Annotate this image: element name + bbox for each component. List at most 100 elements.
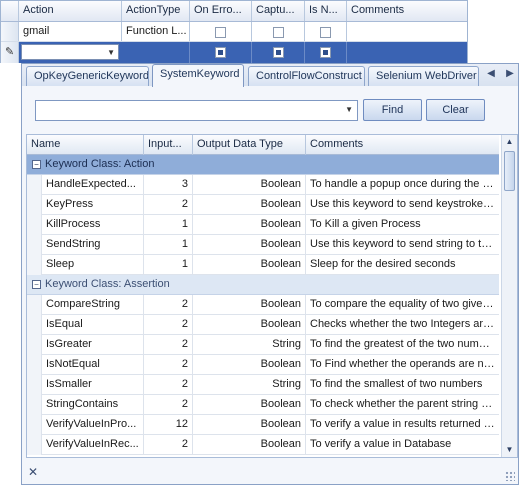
tab-systemkeyword[interactable]: SystemKeyword [152, 64, 244, 87]
cell-comments[interactable] [347, 22, 467, 41]
keyword-output: Boolean [193, 255, 306, 275]
on-error-checkbox[interactable] [215, 26, 226, 38]
chevron-down-icon[interactable]: ▼ [107, 48, 115, 57]
keyword-row[interactable]: SendString 1 Boolean Use this keyword to… [27, 235, 499, 255]
cell-is-n [305, 22, 347, 41]
cell-action[interactable]: gmail [19, 22, 122, 41]
col-header-capture[interactable]: Captu... [252, 1, 305, 21]
keyword-row[interactable]: CompareString 2 Boolean To compare the e… [27, 295, 499, 315]
row-header-corner [1, 1, 19, 21]
cell-capture [252, 42, 305, 63]
row-indent [27, 255, 42, 275]
capture-checkbox[interactable] [272, 26, 284, 38]
resize-grip-icon[interactable] [505, 471, 515, 481]
tab-opkeygenerickeyword[interactable]: OpKeyGenericKeyword [26, 66, 149, 86]
keyword-row[interactable]: KeyPress 2 Boolean Use this keyword to s… [27, 195, 499, 215]
group-label: Keyword Class: Assertion [45, 278, 170, 290]
keyword-row[interactable]: VerifyValueInRec... 2 Boolean To verify … [27, 435, 499, 455]
collapse-icon[interactable]: − [32, 279, 41, 289]
keyword-name: StringContains [42, 395, 144, 415]
row-header[interactable]: ✎ [1, 42, 19, 63]
keyword-row[interactable]: VerifyValueInPro... 12 Boolean To verify… [27, 415, 499, 435]
vertical-scrollbar[interactable]: ▲ ▼ [501, 135, 517, 457]
col-header-output-type[interactable]: Output Data Type [193, 135, 306, 155]
tab-scroll-right-icon[interactable]: ▶ [503, 68, 517, 82]
keyword-row[interactable]: HandleExpected... 3 Boolean To handle a … [27, 175, 499, 195]
col-header-comments[interactable]: Comments [306, 135, 499, 155]
keyword-output: Boolean [193, 235, 306, 255]
cell-actiontype[interactable]: Function L... [122, 22, 190, 41]
group-label: Keyword Class: Action [45, 158, 155, 170]
collapse-icon[interactable]: − [32, 159, 41, 169]
keyword-output: Boolean [193, 415, 306, 435]
row-indent [27, 235, 42, 255]
tab-scroll-left-icon[interactable]: ◀ [484, 68, 498, 82]
keyword-name: VerifyValueInPro... [42, 415, 144, 435]
keyword-comment: To handle a popup once during the execut… [310, 178, 499, 190]
keyword-output: String [193, 335, 306, 355]
is-n-checkbox[interactable] [320, 46, 331, 58]
col-header-inputs[interactable]: Input... [144, 135, 193, 155]
row-header[interactable] [1, 22, 19, 41]
keyword-comment: Use this keyword to send string to the a… [310, 238, 499, 250]
group-row-action[interactable]: − Keyword Class: Action [27, 155, 499, 175]
keyword-name: HandleExpected... [42, 175, 144, 195]
scroll-up-icon[interactable]: ▲ [502, 135, 517, 149]
on-error-checkbox[interactable] [215, 46, 226, 58]
keyword-inputs: 2 [144, 315, 193, 335]
keyword-inputs: 2 [144, 195, 193, 215]
row-indent [27, 175, 42, 195]
col-header-action[interactable]: Action [19, 1, 122, 21]
action-combobox[interactable]: ▼ [21, 44, 119, 60]
clear-button[interactable]: Clear [426, 99, 485, 121]
keyword-row[interactable]: IsEqual 2 Boolean Checks whether the two… [27, 315, 499, 335]
keyword-output: Boolean [193, 355, 306, 375]
action-grid-row[interactable]: gmail Function L... [1, 22, 467, 42]
search-combobox[interactable]: ▼ [35, 100, 358, 121]
keyword-inputs: 1 [144, 215, 193, 235]
group-row-assertion[interactable]: − Keyword Class: Assertion [27, 275, 499, 295]
col-header-name[interactable]: Name [27, 135, 144, 155]
keyword-comment: To verify a value in results returned by… [310, 418, 499, 430]
close-icon[interactable]: ✕ [28, 465, 38, 479]
search-input[interactable] [36, 101, 336, 120]
row-indent [27, 315, 42, 335]
keyword-output: Boolean [193, 215, 306, 235]
keyword-row[interactable]: IsNotEqual 2 Boolean To Find whether the… [27, 355, 499, 375]
keyword-inputs: 12 [144, 415, 193, 435]
col-header-actiontype[interactable]: ActionType [122, 1, 190, 21]
keyword-name: CompareString [42, 295, 144, 315]
find-button[interactable]: Find [363, 99, 422, 121]
keyword-row[interactable]: IsSmaller 2 String To find the smallest … [27, 375, 499, 395]
keyword-comment: To compare the equality of two given str… [310, 298, 499, 310]
scrollbar-thumb[interactable] [504, 151, 515, 191]
tab-selenium-webdriver[interactable]: Selenium WebDriver [368, 66, 479, 86]
capture-checkbox[interactable] [272, 46, 284, 58]
col-header-is-n[interactable]: Is N... [305, 1, 347, 21]
keyword-output: Boolean [193, 175, 306, 195]
tab-controlflowconstruct[interactable]: ControlFlowConstruct [248, 66, 365, 86]
keyword-row[interactable]: StringContains 2 Boolean To check whethe… [27, 395, 499, 415]
action-grid-edit-row[interactable]: ✎ ▼ [1, 42, 467, 63]
keyword-output: Boolean [193, 435, 306, 455]
keyword-comment: To Find whether the operands are not equ… [310, 358, 499, 370]
keyword-inputs: 2 [144, 435, 193, 455]
keyword-inputs: 2 [144, 295, 193, 315]
keyword-row[interactable]: Sleep 1 Boolean Sleep for the desired se… [27, 255, 499, 275]
col-header-comments[interactable]: Comments [347, 1, 467, 21]
col-header-on-error[interactable]: On Erro... [190, 1, 252, 21]
keyword-row[interactable]: KillProcess 1 Boolean To Kill a given Pr… [27, 215, 499, 235]
chevron-down-icon[interactable]: ▼ [345, 105, 353, 114]
scroll-down-icon[interactable]: ▼ [502, 443, 517, 457]
is-n-checkbox[interactable] [320, 26, 331, 38]
cell-comments[interactable] [347, 42, 467, 63]
keyword-output: String [193, 375, 306, 395]
cell-on-error [190, 42, 252, 63]
keyword-comment: To find the greatest of the two numbers [310, 338, 499, 350]
cell-actiontype[interactable] [122, 42, 190, 63]
edit-pencil-icon: ✎ [5, 46, 15, 58]
row-indent [27, 295, 42, 315]
keyword-row[interactable]: IsGreater 2 String To find the greatest … [27, 335, 499, 355]
row-indent [27, 435, 42, 455]
keyword-name: KillProcess [42, 215, 144, 235]
